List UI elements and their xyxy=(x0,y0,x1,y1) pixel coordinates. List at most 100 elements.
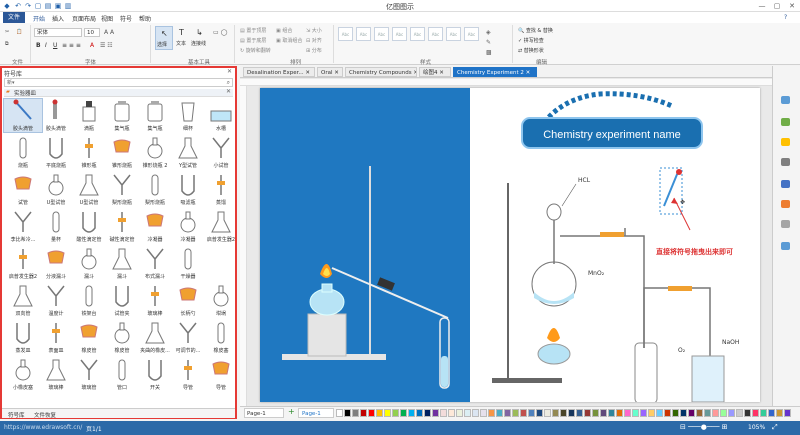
palette-swatch[interactable] xyxy=(456,409,463,417)
palette-swatch[interactable] xyxy=(696,409,703,417)
palette-swatch[interactable] xyxy=(760,409,767,417)
style-preset-8[interactable]: Abc xyxy=(464,27,479,41)
symbol-item[interactable]: 橡皮塞 xyxy=(202,321,240,354)
palette-swatch[interactable] xyxy=(736,409,743,417)
font-color-icon[interactable]: A xyxy=(90,42,94,49)
replace-shape-button[interactable]: ⇄ 替换形状 xyxy=(518,47,544,54)
zoom-controls-icon[interactable]: ⊟ ───●─── ⊞ xyxy=(680,423,728,431)
palette-swatch[interactable] xyxy=(688,409,695,417)
style-preset-2[interactable]: Abc xyxy=(356,27,371,41)
palette-swatch[interactable] xyxy=(400,409,407,417)
palette-swatch[interactable] xyxy=(544,409,551,417)
print-icon[interactable]: ▥ xyxy=(64,2,72,10)
symbol-item[interactable]: 水槽 xyxy=(202,99,240,132)
palette-swatch[interactable] xyxy=(504,409,511,417)
panel-close-icon[interactable]: ✕ xyxy=(227,68,232,75)
palette-swatch[interactable] xyxy=(336,409,343,417)
palette-swatch[interactable] xyxy=(600,409,607,417)
search-icon[interactable]: ⌕ xyxy=(227,79,230,87)
save-icon[interactable]: ▣ xyxy=(54,2,62,10)
palette-swatch[interactable] xyxy=(616,409,623,417)
palette-swatch[interactable] xyxy=(352,409,359,417)
page-icon[interactable] xyxy=(781,118,790,126)
page-tab-active[interactable]: Page-1 xyxy=(298,408,334,418)
tab-desalination[interactable]: Desalination Exper... ✕ xyxy=(243,67,315,77)
shadow-icon[interactable]: ▩ xyxy=(486,49,492,56)
palette-swatch[interactable] xyxy=(344,409,351,417)
palette-swatch[interactable] xyxy=(720,409,727,417)
fill-icon[interactable]: ◈ xyxy=(486,29,491,36)
menu-view[interactable]: 视图 xyxy=(101,14,113,23)
tab-drawing4[interactable]: 绘图4 ✕ xyxy=(419,67,451,77)
font-name-select[interactable]: 宋体 xyxy=(34,28,82,37)
palette-swatch[interactable] xyxy=(448,409,455,417)
menu-insert[interactable]: 插入 xyxy=(52,14,64,23)
maximize-icon[interactable]: ▢ xyxy=(770,1,784,11)
palette-swatch[interactable] xyxy=(512,409,519,417)
website-link[interactable]: https://www.edrawsoft.cn/ xyxy=(4,424,82,431)
style-preset-5[interactable]: Abc xyxy=(410,27,425,41)
style-preset-6[interactable]: Abc xyxy=(428,27,443,41)
spell-check-button[interactable]: ✓ 拼写检查 xyxy=(518,37,544,44)
underline-icon[interactable]: U xyxy=(53,42,57,49)
palette-swatch[interactable] xyxy=(776,409,783,417)
menu-help[interactable]: 帮助 xyxy=(139,14,151,23)
palette-swatch[interactable] xyxy=(744,409,751,417)
line-icon[interactable]: ✎ xyxy=(486,39,491,46)
find-replace-button[interactable]: 🔍 查找 & 替换 xyxy=(518,27,553,34)
shape-tools-icon[interactable]: ▭ ◯ xyxy=(213,29,227,36)
palette-swatch[interactable] xyxy=(440,409,447,417)
tab-chemistry-experiment-2[interactable]: Chemistry Experiment 2 ✕ xyxy=(453,67,537,77)
bring-front-button[interactable]: ▤ 置于顶层 xyxy=(240,27,266,34)
palette-swatch[interactable] xyxy=(640,409,647,417)
palette-swatch[interactable] xyxy=(496,409,503,417)
symbol-item[interactable]: 小试管 xyxy=(202,136,240,169)
palette-swatch[interactable] xyxy=(376,409,383,417)
palette-swatch[interactable] xyxy=(552,409,559,417)
undo-icon[interactable]: ↶ xyxy=(14,2,22,10)
tab-library[interactable]: 符号库 xyxy=(8,411,25,419)
palette-swatch[interactable] xyxy=(360,409,367,417)
symbol-item[interactable]: 导管 xyxy=(202,358,240,391)
palette-swatch[interactable] xyxy=(528,409,535,417)
palette-swatch[interactable] xyxy=(480,409,487,417)
palette-swatch[interactable] xyxy=(560,409,567,417)
open-icon[interactable]: ▤ xyxy=(44,2,52,10)
palette-swatch[interactable] xyxy=(424,409,431,417)
palette-swatch[interactable] xyxy=(464,409,471,417)
page-selector[interactable]: Page-1 xyxy=(244,408,284,418)
layers-icon[interactable] xyxy=(781,138,790,146)
connector-tool[interactable]: ↳ 连接线 xyxy=(191,26,211,50)
symbol-item[interactable]: 坩埚 xyxy=(202,284,240,317)
palette-swatch[interactable] xyxy=(576,409,583,417)
send-back-button[interactable]: ▤ 置于底层 xyxy=(240,37,266,44)
image-icon[interactable] xyxy=(781,200,790,208)
palette-swatch[interactable] xyxy=(672,409,679,417)
palette-swatch[interactable] xyxy=(704,409,711,417)
palette-swatch[interactable] xyxy=(784,409,791,417)
italic-icon[interactable]: I xyxy=(45,42,47,49)
palette-swatch[interactable] xyxy=(408,409,415,417)
palette-swatch[interactable] xyxy=(520,409,527,417)
palette-swatch[interactable] xyxy=(632,409,639,417)
palette-swatch[interactable] xyxy=(680,409,687,417)
palette-swatch[interactable] xyxy=(768,409,775,417)
data-icon[interactable] xyxy=(781,180,790,188)
palette-swatch[interactable] xyxy=(432,409,439,417)
palette-swatch[interactable] xyxy=(384,409,391,417)
palette-swatch[interactable] xyxy=(656,409,663,417)
search-dropdown-icon[interactable]: 新▾ xyxy=(7,79,15,86)
palette-swatch[interactable] xyxy=(624,409,631,417)
new-icon[interactable]: ▢ xyxy=(34,2,42,10)
tab-chemistry-compounds[interactable]: Chemistry Compounds ✕ xyxy=(345,67,417,77)
palette-swatch[interactable] xyxy=(752,409,759,417)
format-icon[interactable] xyxy=(781,158,790,166)
symbol-item[interactable]: 干燥器 xyxy=(169,247,207,280)
history-icon[interactable] xyxy=(781,220,790,228)
menu-page-layout[interactable]: 页面布局 xyxy=(72,14,96,23)
paste-icon[interactable]: 📋 xyxy=(16,29,22,35)
palette-swatch[interactable] xyxy=(536,409,543,417)
palette-swatch[interactable] xyxy=(368,409,375,417)
palette-swatch[interactable] xyxy=(392,409,399,417)
copy-icon[interactable]: ⧉ xyxy=(5,41,9,47)
